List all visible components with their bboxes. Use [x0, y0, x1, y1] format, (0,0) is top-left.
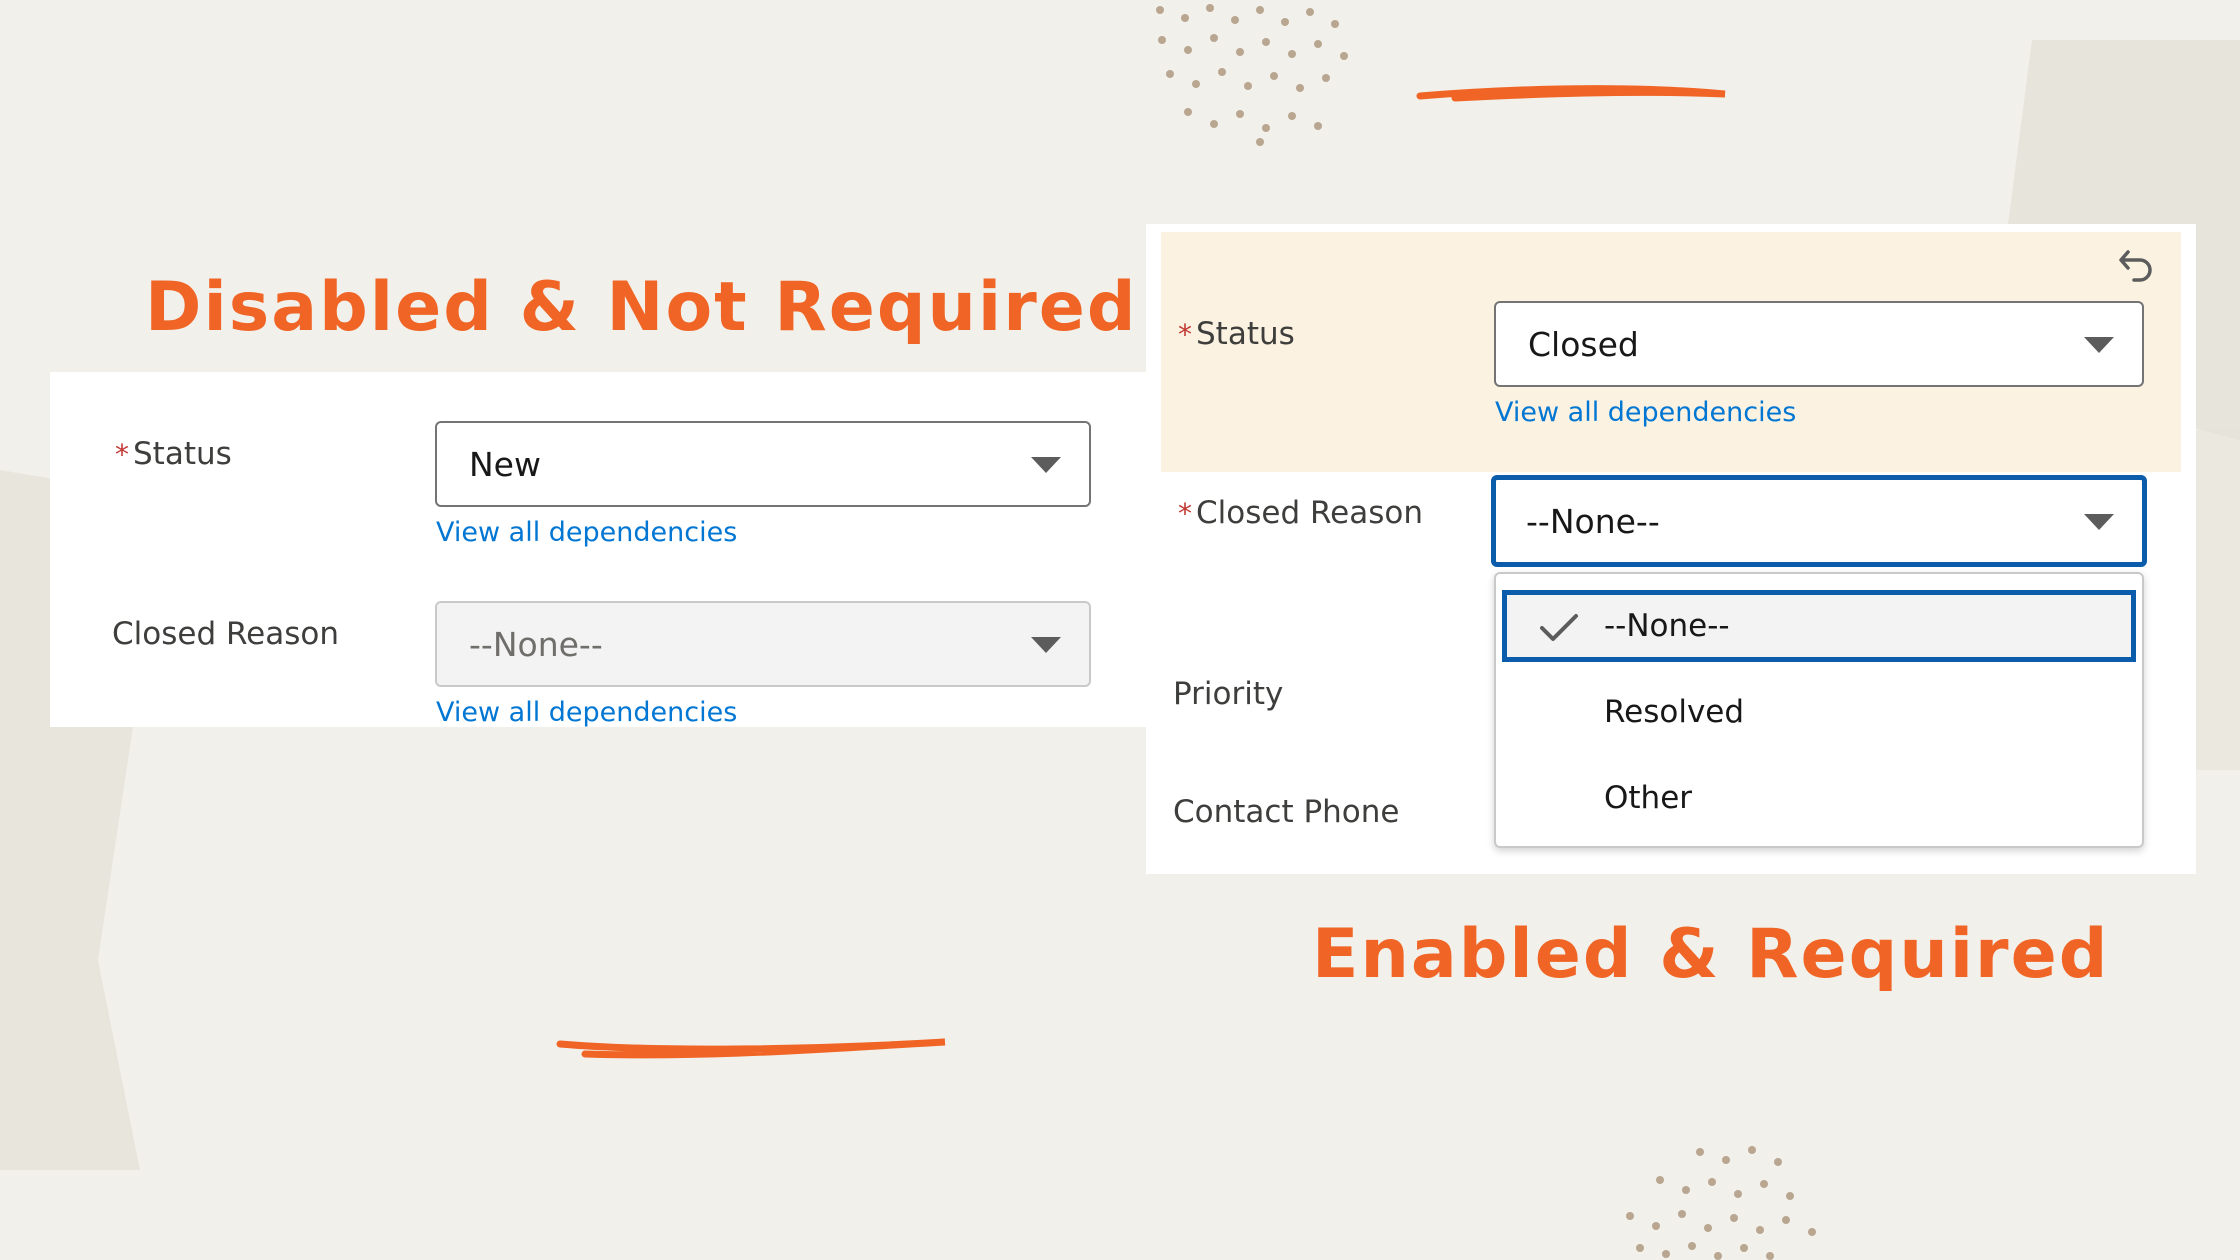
closed-reason-select-disabled: --None-- [435, 601, 1091, 687]
required-indicator: * [1178, 497, 1192, 530]
status-select[interactable]: Closed [1494, 301, 2144, 387]
closed-reason-label: Closed Reason [112, 616, 339, 652]
heading-enabled-required: Enabled & Required [1312, 915, 2110, 994]
chevron-down-icon [2084, 514, 2114, 530]
status-select[interactable]: New [435, 421, 1091, 507]
closed-reason-dropdown-listbox: --None-- Resolved Other [1494, 572, 2144, 848]
chevron-down-icon [2084, 337, 2114, 353]
closed-reason-label: * Closed Reason [1178, 495, 1423, 531]
dot-pattern-top [1156, 4, 1348, 146]
priority-label: Priority [1173, 676, 1284, 712]
status-label: * Status [115, 436, 232, 472]
undo-icon[interactable] [2116, 244, 2156, 284]
brush-stroke-top [1416, 85, 1726, 102]
dot-pattern-bottom [1626, 1146, 1816, 1260]
view-dependencies-link-closed-reason[interactable]: View all dependencies [436, 697, 737, 728]
dropdown-option-other[interactable]: Other [1502, 762, 2136, 834]
heading-disabled-not-required: Disabled & Not Required [145, 268, 1138, 347]
view-dependencies-link-status[interactable]: View all dependencies [1495, 397, 1796, 428]
required-indicator: * [115, 438, 129, 471]
dropdown-option-resolved[interactable]: Resolved [1502, 676, 2136, 748]
dropdown-option-none[interactable]: --None-- [1502, 590, 2136, 662]
check-icon [1540, 614, 1578, 641]
chevron-down-icon [1031, 457, 1061, 473]
contact-phone-label: Contact Phone [1173, 794, 1400, 830]
status-select-value: Closed [1528, 324, 1639, 364]
form-panel-enabled: * Status Closed View all dependencies * Cl… [1146, 224, 2196, 874]
closed-reason-select[interactable]: --None-- [1491, 475, 2147, 567]
status-select-value: New [469, 444, 541, 484]
brush-stroke-bottom [556, 1038, 946, 1059]
form-panel-disabled: * Status New View all dependencies Closed… [50, 372, 1146, 728]
required-indicator: * [1178, 318, 1192, 351]
view-dependencies-link-status[interactable]: View all dependencies [436, 517, 737, 548]
chevron-down-icon [1031, 637, 1061, 653]
closed-reason-select-value: --None-- [469, 624, 603, 664]
status-label: * Status [1178, 316, 1295, 352]
closed-reason-select-value: --None-- [1526, 501, 1660, 541]
